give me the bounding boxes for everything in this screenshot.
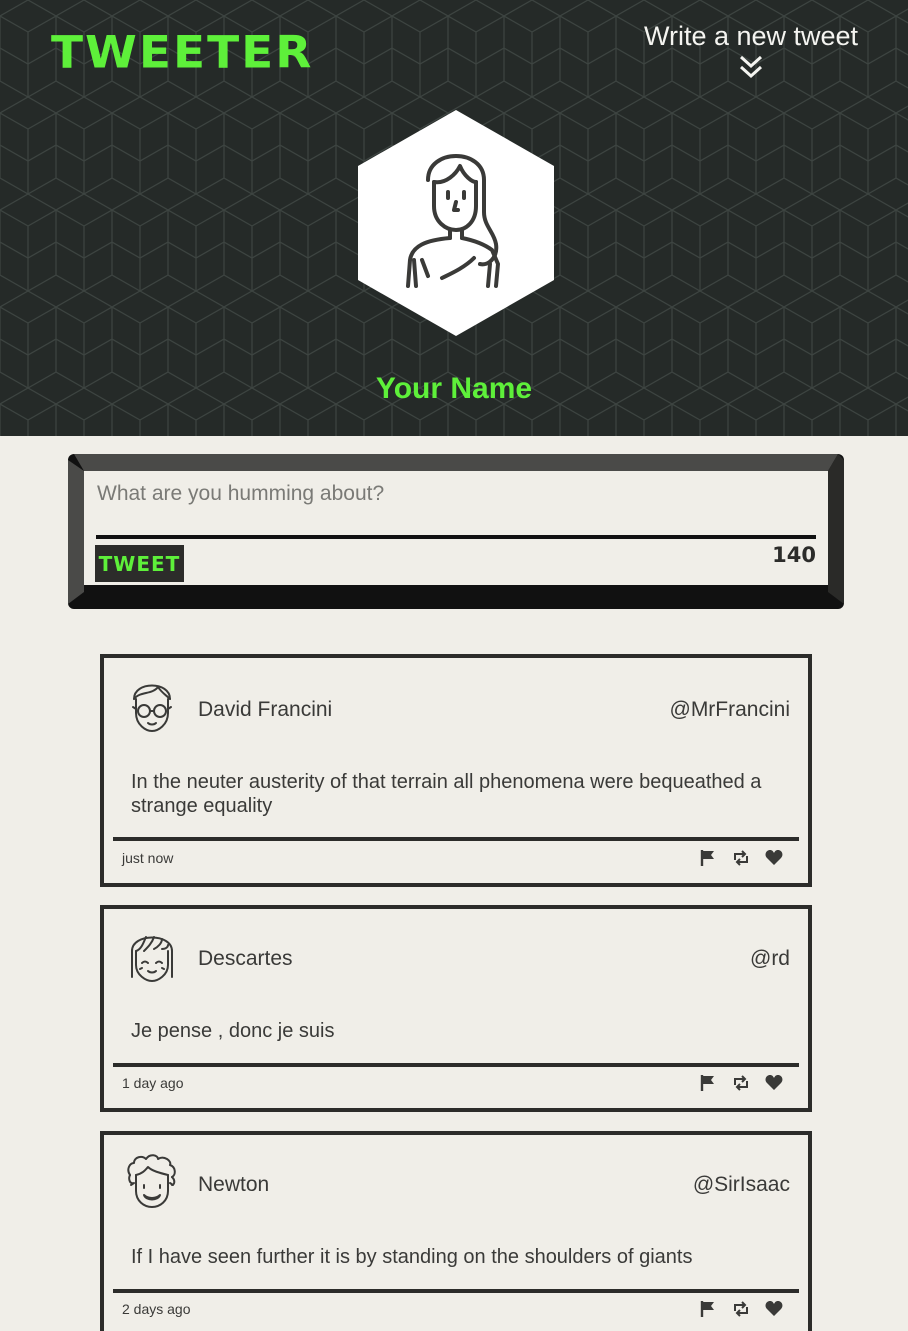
profile-header: TWEETER Write a new tweet Your Name bbox=[0, 0, 908, 436]
tweet-author-handle[interactable]: @SirIsaac bbox=[693, 1173, 790, 1197]
tweet-card: Descartes @rd Je pense , donc je suis 1 … bbox=[100, 905, 812, 1112]
man-with-glasses-avatar-icon bbox=[132, 684, 172, 732]
tweet-actions bbox=[698, 1073, 784, 1093]
tweet-divider bbox=[113, 1063, 799, 1067]
heart-icon[interactable] bbox=[764, 848, 784, 868]
heart-icon[interactable] bbox=[764, 1299, 784, 1319]
tweet-content: Je pense , donc je suis bbox=[131, 1020, 335, 1042]
tweet-author-handle[interactable]: @MrFrancini bbox=[670, 698, 791, 722]
tweet-timestamp: 2 days ago bbox=[122, 1301, 191, 1317]
new-tweet-composer: TWEET 140 bbox=[68, 454, 844, 609]
flag-icon[interactable] bbox=[698, 1299, 718, 1319]
profile-name: Your Name bbox=[375, 372, 533, 405]
flag-icon[interactable] bbox=[698, 848, 718, 868]
curly-hair-avatar-icon bbox=[127, 1154, 176, 1208]
write-new-tweet-label: Write a new tweet bbox=[643, 21, 859, 51]
write-new-tweet-toggle[interactable]: Write a new tweet bbox=[640, 20, 862, 80]
tweet-timestamp: just now bbox=[122, 850, 174, 866]
heart-icon[interactable] bbox=[764, 1073, 784, 1093]
double-chevron-down-icon bbox=[739, 55, 763, 79]
profile-avatar bbox=[358, 110, 554, 336]
tweet-author-name[interactable]: David Francini bbox=[198, 698, 332, 722]
composer-divider bbox=[96, 535, 816, 539]
flag-icon[interactable] bbox=[698, 1073, 718, 1093]
tweet-card: Newton @SirIsaac If I have seen further … bbox=[100, 1131, 812, 1331]
tweet-divider bbox=[113, 1289, 799, 1293]
retweet-icon[interactable] bbox=[731, 848, 751, 868]
tweet-text-input[interactable] bbox=[84, 471, 828, 533]
tweet-content: If I have seen further it is by standing… bbox=[131, 1246, 693, 1268]
brand-logo[interactable]: TWEETER bbox=[51, 27, 313, 78]
retweet-icon[interactable] bbox=[731, 1073, 751, 1093]
tweet-actions bbox=[698, 1299, 784, 1319]
tweet-actions bbox=[698, 848, 784, 868]
retweet-icon[interactable] bbox=[731, 1299, 751, 1319]
tweet-author-name[interactable]: Newton bbox=[198, 1173, 269, 1197]
tweet-timestamp: 1 day ago bbox=[122, 1075, 184, 1091]
character-counter: 140 bbox=[772, 543, 816, 567]
tweet-author-name[interactable]: Descartes bbox=[198, 947, 293, 971]
tweet-submit-button[interactable]: TWEET bbox=[95, 545, 184, 582]
tweet-content: In the neuter austerity of that terrain … bbox=[131, 771, 762, 817]
composer-panel: TWEET 140 bbox=[84, 471, 828, 585]
tweet-divider bbox=[113, 837, 799, 841]
girl-with-bangs-avatar-icon bbox=[131, 936, 173, 982]
tweet-author-handle[interactable]: @rd bbox=[750, 947, 790, 971]
tweet-card: David Francini @MrFrancini In the neuter… bbox=[100, 654, 812, 887]
